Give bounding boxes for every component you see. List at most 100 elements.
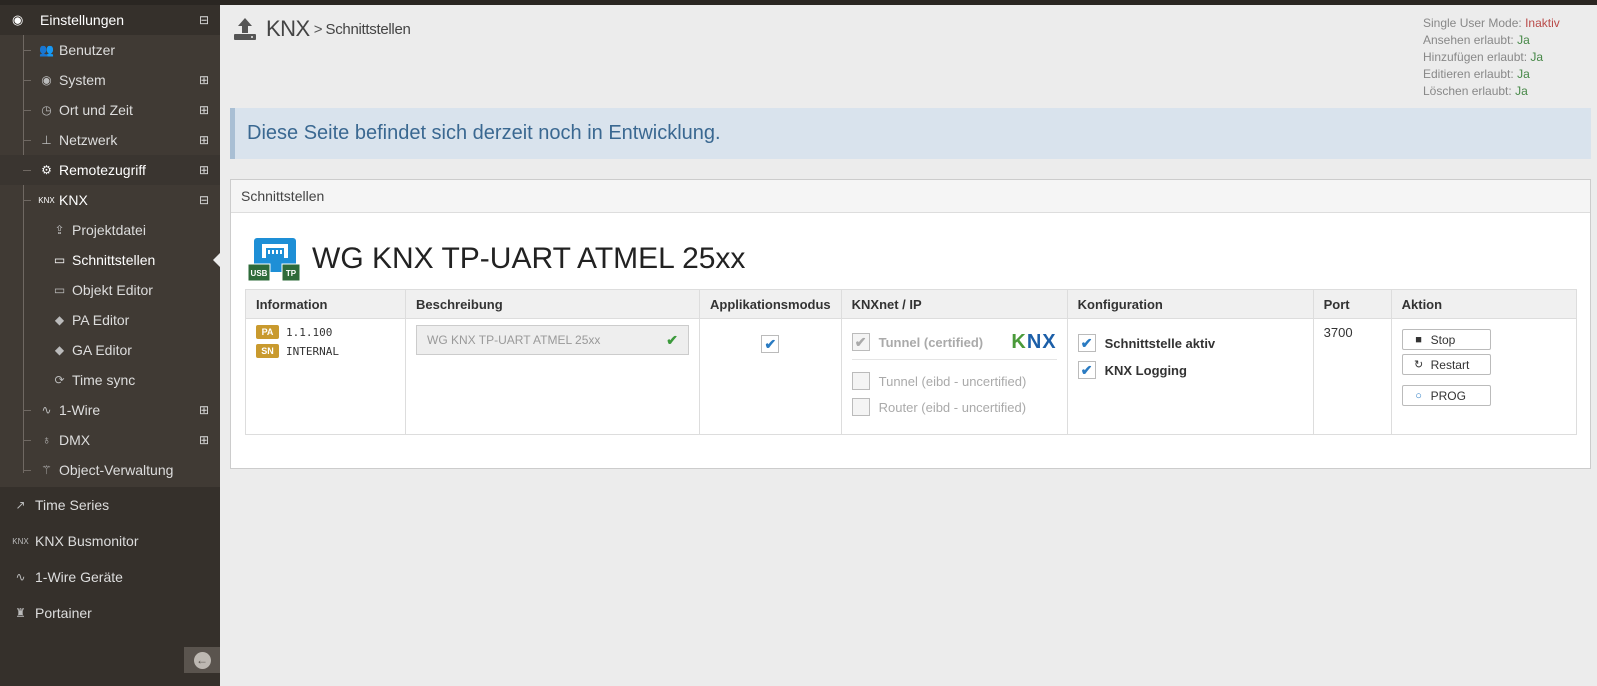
sidebar-item-projektdatei[interactable]: ⇪ Projektdatei	[0, 215, 220, 245]
single-user-value: Inaktiv	[1525, 16, 1560, 30]
interfaces-panel: Schnittstellen USB TP WG KNX TP-UART ATM…	[230, 179, 1591, 469]
expand-icon[interactable]: ⊞	[199, 73, 209, 87]
stop-button[interactable]: ■ Stop	[1401, 329, 1491, 350]
expand-icon[interactable]: ⊞	[199, 403, 209, 417]
usb-tp-interface-icon: USB TP	[248, 238, 300, 282]
restart-label: Restart	[1430, 357, 1470, 372]
device-name: WG KNX TP-UART ATMEL 25xx	[312, 242, 746, 275]
tunnel-certified-checkbox[interactable]: ✔	[851, 333, 870, 351]
pulse-icon: ∿	[41, 403, 52, 417]
usb-label: USB	[251, 269, 268, 278]
view-permission-value: Ja	[1517, 33, 1530, 47]
expand-icon[interactable]: ⊞	[199, 103, 209, 117]
sidebar-item-object-verwaltung[interactable]: ⚚ Object-Verwaltung	[0, 455, 220, 485]
permissions-info: Single User Mode: Inaktiv Ansehen erlaub…	[1423, 15, 1560, 100]
sidebar-item-knx[interactable]: KNX KNX ⊟	[0, 185, 220, 215]
app-mode-checkbox[interactable]: ✔	[761, 335, 780, 353]
sidebar-item-label: PA Editor	[72, 312, 130, 328]
sidebar-item-dmx[interactable]: ♁ DMX ⊞	[0, 425, 220, 455]
sidebar-item-pa-editor[interactable]: ◆ PA Editor	[0, 305, 220, 335]
sidebar-item-label: Object-Verwaltung	[59, 462, 174, 478]
action-cell: ■ Stop ↻ Restart ○ PROG	[1390, 318, 1578, 435]
sidebar-item-label: Portainer	[35, 605, 92, 621]
knx-logging-label: KNX Logging	[1104, 362, 1187, 378]
view-permission-label: Ansehen erlaubt:	[1423, 33, 1514, 47]
sidebar-item-label: 1-Wire	[59, 402, 101, 418]
knx-logging-checkbox[interactable]: ✔	[1077, 361, 1096, 379]
sidebar-item-benutzer[interactable]: 👥 Benutzer	[0, 35, 220, 65]
sidebar-item-knx-busmonitor[interactable]: KNX KNX Busmonitor	[0, 523, 220, 559]
top-bar	[0, 0, 1597, 5]
add-permission-value: Ja	[1530, 50, 1544, 64]
sidebar-item-label: Time sync	[72, 372, 136, 388]
device-title: USB TP WG KNX TP-UART ATMEL 25xx	[248, 236, 745, 282]
router-eibd-checkbox[interactable]	[851, 398, 870, 416]
tunnel-eibd-checkbox[interactable]	[851, 372, 870, 390]
port-value: 3700	[1323, 325, 1353, 340]
pa-badge: PA	[256, 325, 279, 339]
page-header: KNX > Schnittstellen	[232, 16, 411, 42]
expand-icon[interactable]: ⊞	[199, 133, 209, 147]
delete-permission-value: Ja	[1515, 84, 1528, 98]
serial-number: INTERNAL	[286, 344, 339, 358]
sidebar-item-1-wire[interactable]: ∿ 1-Wire ⊞	[0, 395, 220, 425]
sn-badge: SN	[256, 344, 279, 358]
sidebar-header-einstellungen[interactable]: ◉ Einstellungen ⊟	[0, 5, 220, 35]
expand-icon[interactable]: ⊞	[199, 433, 209, 447]
sidebar-item-label: Schnittstellen	[72, 252, 156, 268]
prog-button[interactable]: ○ PROG	[1401, 385, 1491, 406]
sidebar-item-schnittstellen[interactable]: ▭ Schnittstellen	[0, 245, 220, 275]
sidebar-item-1-wire-geraete[interactable]: ∿ 1-Wire Geräte	[0, 559, 220, 595]
dashboard-icon: ◉	[12, 12, 24, 27]
breadcrumb-separator: >	[313, 20, 323, 38]
sidebar-item-label: DMX	[59, 432, 91, 448]
collapse-icon[interactable]: ⊟	[199, 193, 209, 207]
expand-icon[interactable]: ⊞	[199, 163, 209, 177]
sidebar-item-label: Netzwerk	[59, 132, 118, 148]
sidebar-item-time-sync[interactable]: ⟳ Time sync	[0, 365, 220, 395]
upload-icon: ⇪	[54, 223, 65, 237]
sidebar-item-system[interactable]: ◉ System ⊞	[0, 65, 220, 95]
sidebar-item-label: Remotezugriff	[59, 162, 146, 178]
check-icon: ✔	[666, 331, 678, 348]
port-cell: 3700	[1312, 318, 1392, 435]
sidebar-item-label: Time Series	[35, 497, 110, 513]
sidebar-item-remotezugriff[interactable]: ⚙ Remotezugriff ⊞	[0, 155, 220, 185]
column-header: KNXnet / IP	[840, 289, 1068, 319]
line-chart-icon: ↗	[15, 498, 26, 512]
sidebar-item-time-series[interactable]: ↗ Time Series	[0, 487, 220, 523]
interface-active-checkbox[interactable]: ✔	[1077, 334, 1096, 352]
sidebar-item-label: Projektdatei	[72, 222, 146, 238]
sidebar-item-ort-und-zeit[interactable]: ◷ Ort und Zeit ⊞	[0, 95, 220, 125]
sidebar-collapse-button[interactable]: ←	[184, 647, 220, 673]
column-header: Konfiguration	[1066, 289, 1314, 319]
refresh-icon: ⟳	[54, 373, 65, 387]
tag-icon: ◆	[54, 343, 65, 357]
information-cell: PA 1.1.100 SN INTERNAL	[245, 318, 406, 435]
tp-label: TP	[286, 269, 297, 278]
interfaces-table: Information Beschreibung Applikationsmod…	[245, 289, 1578, 435]
dashboard-icon: ◉	[41, 73, 52, 87]
knxnet-cell: ✔ Tunnel (certified) KNX Tunnel (eibd - …	[840, 318, 1068, 435]
sidebar-item-objekt-editor[interactable]: ▭ Objekt Editor	[0, 275, 220, 305]
stop-icon: ■	[1415, 333, 1422, 346]
app-mode-cell: ✔	[699, 318, 842, 435]
sidebar-item-ga-editor[interactable]: ◆ GA Editor	[0, 335, 220, 365]
restart-button[interactable]: ↻ Restart	[1401, 354, 1491, 375]
column-header: Port	[1312, 289, 1392, 319]
collapse-icon[interactable]: ⊟	[199, 13, 209, 27]
circle-icon: ○	[1415, 389, 1422, 402]
sidebar-header-label: Einstellungen	[40, 12, 125, 28]
stop-label: Stop	[1430, 332, 1456, 347]
description-value: WG KNX TP-UART ATMEL 25xx	[427, 333, 601, 347]
sidebar: ◉ Einstellungen ⊟ 👥 Benutzer ◉ System ⊞ …	[0, 5, 220, 686]
sidebar-item-portainer[interactable]: ♜ Portainer	[0, 595, 220, 631]
sidebar-item-netzwerk[interactable]: ⊥ Netzwerk ⊞	[0, 125, 220, 155]
add-permission-label: Hinzufügen erlaubt:	[1423, 50, 1528, 64]
description-field[interactable]: WG KNX TP-UART ATMEL 25xx ✔	[416, 325, 689, 355]
sidebar-tree: 👥 Benutzer ◉ System ⊞ ◷ Ort und Zeit ⊞ ⊥…	[0, 35, 220, 487]
knx-icon: KNX	[12, 536, 29, 546]
panel-title: Schnittstellen	[231, 180, 1590, 213]
edit-permission-value: Ja	[1517, 67, 1530, 81]
cogs-icon: ⚙	[41, 163, 52, 177]
